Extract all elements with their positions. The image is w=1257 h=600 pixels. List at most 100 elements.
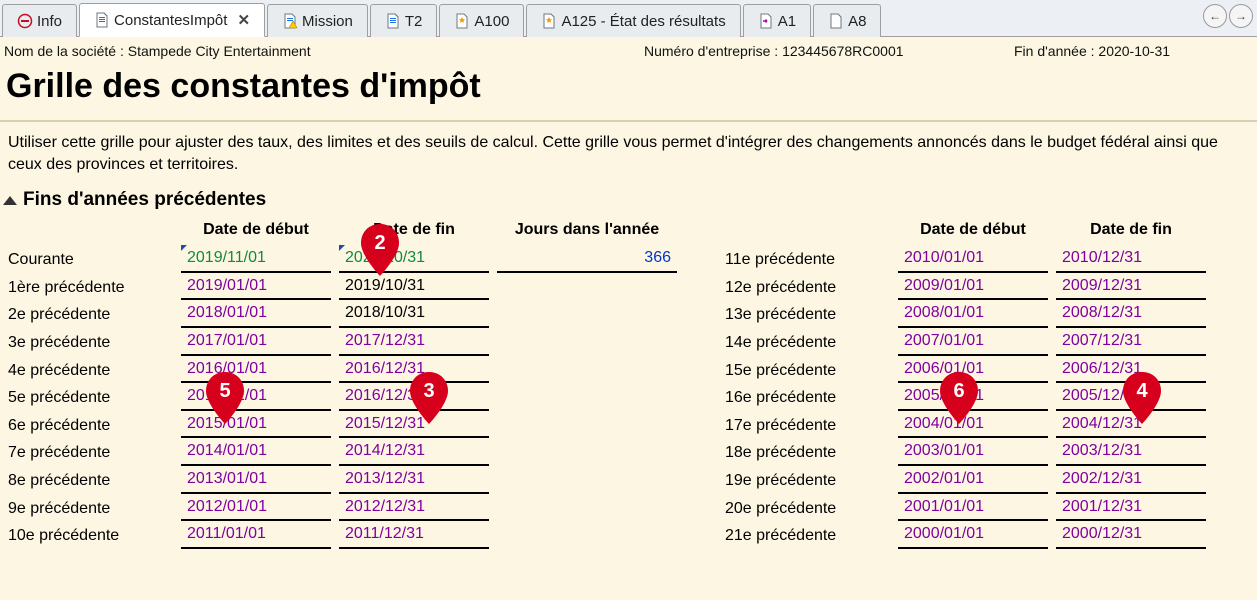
row-label: 18e précédente — [721, 438, 894, 466]
col-start-date: Date de début — [177, 219, 335, 245]
year-end-value: 2020-10-31 — [1098, 43, 1170, 59]
start-date-cell[interactable]: 2007/01/01 — [898, 328, 1048, 356]
end-date-cell[interactable]: 2006/12/31 — [1056, 356, 1206, 384]
table-row: 11e précédente2010/01/012010/12/31 — [721, 245, 1210, 273]
company-label: Nom de la société : — [4, 43, 128, 59]
year-end-label: Fin d'année : — [1014, 43, 1098, 59]
end-date-cell[interactable]: 2004/12/31 — [1056, 411, 1206, 439]
end-date-cell[interactable]: 2010/12/31 — [1056, 245, 1206, 273]
end-date-cell[interactable]: 2012/12/31 — [339, 494, 489, 522]
start-date-cell[interactable]: 2015/01/01 — [181, 411, 331, 439]
end-date-cell[interactable]: 2003/12/31 — [1056, 438, 1206, 466]
table-row: 6e précédente2015/01/012015/12/31 — [4, 411, 681, 439]
end-date-cell[interactable]: 2007/12/31 — [1056, 328, 1206, 356]
table-row: 5e précédente2016/01/012016/12/31 — [4, 383, 681, 411]
row-label: 3e précédente — [4, 328, 177, 356]
end-date-cell[interactable]: 2016/12/31 — [339, 383, 489, 411]
end-date-cell[interactable]: 2001/12/31 — [1056, 494, 1206, 522]
start-date-cell[interactable]: 2005/01/01 — [898, 383, 1048, 411]
end-date-cell[interactable]: 2016/12/31 — [339, 356, 489, 384]
col-start-date-right: Date de début — [894, 219, 1052, 245]
end-date-cell[interactable]: 2019/10/31 — [339, 273, 489, 301]
start-date-cell[interactable]: 2001/01/01 — [898, 494, 1048, 522]
info-circle-icon — [17, 13, 33, 29]
end-date-cell[interactable]: 2008/12/31 — [1056, 300, 1206, 328]
days-in-year-cell[interactable]: 366 — [497, 245, 677, 273]
start-date-cell[interactable]: 2003/01/01 — [898, 438, 1048, 466]
start-date-cell[interactable]: 2017/01/01 — [181, 328, 331, 356]
table-row: 13e précédente2008/01/012008/12/31 — [721, 300, 1210, 328]
divider — [0, 120, 1257, 122]
row-label: 16e précédente — [721, 383, 894, 411]
tab-info[interactable]: Info — [2, 4, 77, 37]
end-date-cell[interactable]: 2015/12/31 — [339, 411, 489, 439]
row-label: 10e précédente — [4, 521, 177, 549]
end-date-cell[interactable]: 2020/10/31 — [339, 245, 489, 273]
tab-a125-tat-des-r-sultats[interactable]: A125 - État des résultats — [526, 4, 740, 37]
start-date-cell[interactable]: 2002/01/01 — [898, 466, 1048, 494]
start-date-cell[interactable]: 2019/01/01 — [181, 273, 331, 301]
row-label: 15e précédente — [721, 356, 894, 384]
table-row: 21e précédente2000/01/012000/12/31 — [721, 521, 1210, 549]
table-row: 12e précédente2009/01/01 2009/12/31 — [721, 273, 1210, 301]
start-date-cell[interactable]: 2009/01/01 — [898, 273, 1048, 301]
tab-label: Info — [37, 13, 62, 30]
start-date-cell[interactable]: 2016/01/01 — [181, 383, 331, 411]
table-row: 9e précédente2012/01/01 2012/12/31 — [4, 494, 681, 522]
start-date-cell[interactable]: 2019/11/01 — [181, 245, 331, 273]
tab-a1[interactable]: A1 — [743, 4, 811, 37]
end-date-cell[interactable]: 2017/12/31 — [339, 328, 489, 356]
tab-label: A1 — [778, 13, 796, 30]
start-date-cell[interactable]: 2010/01/01 — [898, 245, 1048, 273]
tab-nav-back-button[interactable]: ← — [1203, 4, 1227, 28]
table-row: 4e précédente2016/01/012016/12/31 — [4, 356, 681, 384]
start-date-cell[interactable]: 2014/01/01 — [181, 438, 331, 466]
start-date-cell[interactable]: 2000/01/01 — [898, 521, 1048, 549]
close-icon[interactable]: ✕ — [237, 11, 250, 29]
start-date-cell[interactable]: 2016/01/01 — [181, 356, 331, 384]
company-value: Stampede City Entertainment — [128, 43, 311, 59]
end-date-cell[interactable]: 2000/12/31 — [1056, 521, 1206, 549]
tab-a8[interactable]: A8 — [813, 4, 881, 37]
end-date-cell[interactable]: 2005/12/31 — [1056, 383, 1206, 411]
tab-nav-forward-button[interactable]: → — [1229, 4, 1253, 28]
tab-label: T2 — [405, 13, 423, 30]
tab-a100[interactable]: A100 — [439, 4, 524, 37]
tab-constantesimp-t[interactable]: ConstantesImpôt✕ — [79, 3, 265, 37]
end-date-cell[interactable]: 2018/10/31 — [339, 300, 489, 328]
business-number-label: Numéro d'entreprise : — [644, 43, 782, 59]
doc-star-icon — [541, 13, 557, 29]
section-heading-prior-year-ends[interactable]: Fins d'années précédentes — [0, 189, 1257, 211]
row-label: Courante — [4, 245, 177, 273]
row-label: 14e précédente — [721, 328, 894, 356]
tab-label: A100 — [474, 13, 509, 30]
end-date-cell[interactable]: 2009/12/31 — [1056, 273, 1206, 301]
document-info-row: Nom de la société : Stampede City Entert… — [0, 37, 1257, 59]
row-label: 2e précédente — [4, 300, 177, 328]
start-date-cell[interactable]: 2006/01/01 — [898, 356, 1048, 384]
table-row: 20e précédente2001/01/012001/12/31 — [721, 494, 1210, 522]
table-row: 18e précédente2003/01/01 2003/12/31 — [721, 438, 1210, 466]
doc-star-icon — [454, 13, 470, 29]
tab-t2[interactable]: T2 — [370, 4, 438, 37]
table-row: 10e précédente2011/01/01 2011/12/31 — [4, 521, 681, 549]
end-date-cell[interactable]: 2013/12/31 — [339, 466, 489, 494]
end-date-cell[interactable]: 2002/12/31 — [1056, 466, 1206, 494]
end-date-cell[interactable]: 2011/12/31 — [339, 521, 489, 549]
table-row: 14e précédente2007/01/01 2007/12/31 — [721, 328, 1210, 356]
start-date-cell[interactable]: 2011/01/01 — [181, 521, 331, 549]
start-date-cell[interactable]: 2008/01/01 — [898, 300, 1048, 328]
doc-blue-icon — [94, 12, 110, 28]
row-label: 12e précédente — [721, 273, 894, 301]
start-date-cell[interactable]: 2013/01/01 — [181, 466, 331, 494]
tab-mission[interactable]: Mission — [267, 4, 368, 37]
start-date-cell[interactable]: 2012/01/01 — [181, 494, 331, 522]
start-date-cell[interactable]: 2004/01/01 — [898, 411, 1048, 439]
start-date-cell[interactable]: 2018/01/01 — [181, 300, 331, 328]
row-label: 9e précédente — [4, 494, 177, 522]
tab-label: Mission — [302, 13, 353, 30]
description-text: Utiliser cette grille pour ajuster des t… — [8, 132, 1249, 175]
chevron-up-icon — [3, 196, 17, 205]
end-date-cell[interactable]: 2014/12/31 — [339, 438, 489, 466]
tab-bar: Info ConstantesImpôt✕ Mission T2 A100 A125 - … — [0, 0, 1257, 37]
